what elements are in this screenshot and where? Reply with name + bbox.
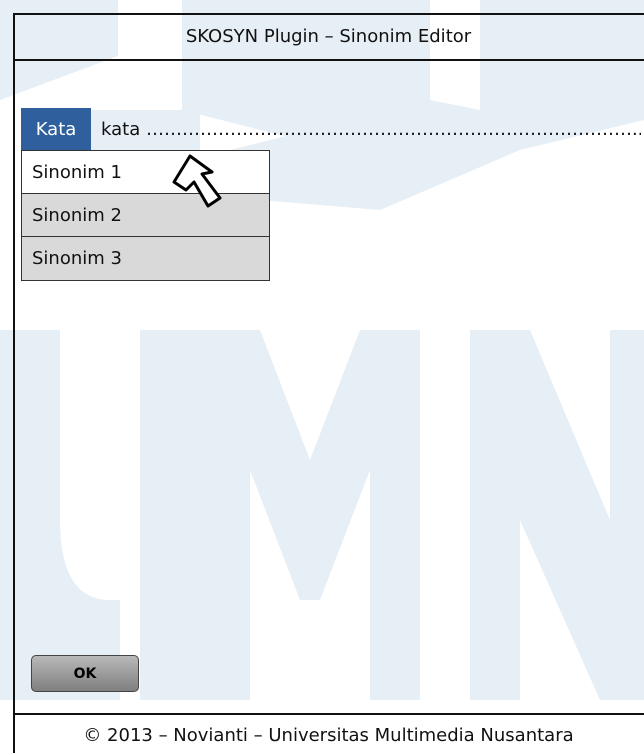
synonym-list: Sinonim 1 Sinonim 2 Sinonim 3 [21,150,270,281]
ok-button[interactable]: OK [31,655,139,692]
synonym-item[interactable]: Sinonim 3 [22,237,269,280]
synonym-item[interactable]: Sinonim 2 [22,194,269,237]
word-row: Kata kata ……………………………………………………………………….. [21,108,641,150]
word-label: Kata [21,108,91,150]
pointer-arrow-icon [168,152,226,208]
footer-copyright: © 2013 – Novianti – Universitas Multimed… [13,713,644,755]
synonym-item[interactable]: Sinonim 1 [22,151,269,194]
window-title: SKOSYN Plugin – Sinonim Editor [13,13,644,61]
word-value-field[interactable]: kata ……………………………………………………………………….. [101,108,641,150]
